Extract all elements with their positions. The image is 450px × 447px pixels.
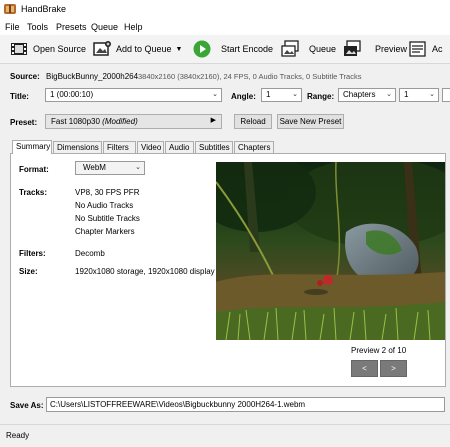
chevron-down-icon: ⌄ — [429, 91, 435, 98]
range-start-select[interactable]: 1 ⌄ — [399, 88, 439, 102]
window-title: HandBrake — [21, 4, 67, 14]
format-label: Format: — [19, 165, 49, 174]
preset-label: Preset: — [10, 118, 38, 127]
chevron-down-icon: ⌄ — [292, 91, 298, 98]
preview-icon — [344, 40, 361, 56]
menu-queue[interactable]: Queue — [91, 22, 118, 32]
menu-help[interactable]: Help — [124, 22, 143, 32]
format-select[interactable]: WebM ⌄ — [75, 161, 145, 175]
preset-selector[interactable]: Fast 1080p30 (Modified) ▶ — [45, 114, 222, 129]
chevron-down-icon: ⌄ — [135, 164, 141, 171]
source-info: 3840x2160 (3840x2160), 24 FPS, 0 Audio T… — [138, 72, 362, 81]
preview-image — [216, 162, 445, 340]
tracks-label: Tracks: — [19, 188, 48, 197]
play-icon — [193, 40, 211, 58]
handbrake-logo-icon — [4, 4, 16, 14]
queue-icon — [281, 40, 299, 57]
tab-dimensions[interactable]: Dimensions — [53, 141, 102, 153]
start-encode-button[interactable]: Start Encode — [193, 39, 273, 59]
open-source-button[interactable]: Open Source — [10, 39, 86, 59]
filters-label: Filters: — [19, 249, 46, 258]
chevron-right-icon: ▶ — [210, 117, 216, 124]
title-bar: HandBrake — [0, 0, 450, 19]
tab-filters[interactable]: Filters — [103, 141, 136, 153]
save-as-path-field[interactable]: C:\Users\LISTOFFREEWARE\Videos\Bigbuckbu… — [46, 397, 445, 412]
size-label: Size: — [19, 267, 38, 276]
film-icon — [11, 43, 27, 55]
chevron-down-icon[interactable]: ▼ — [176, 46, 183, 53]
tab-subtitles[interactable]: Subtitles — [195, 141, 233, 153]
track-audio: No Audio Tracks — [75, 201, 134, 210]
chevron-down-icon: ⌄ — [386, 91, 392, 98]
status-bar: Ready — [0, 424, 450, 447]
toolbar: Open Source Add to Queue ▼ Start Encode … — [0, 35, 450, 64]
title-select[interactable]: 1 (00:00:10) ⌄ — [45, 88, 222, 102]
activity-log-button[interactable]: Ac — [409, 39, 443, 59]
range-label: Range: — [307, 92, 335, 101]
activity-icon — [409, 41, 426, 57]
track-video: VP8, 30 FPS PFR — [75, 188, 140, 197]
range-type-select[interactable]: Chapters ⌄ — [338, 88, 396, 102]
angle-select[interactable]: 1 ⌄ — [261, 88, 302, 102]
track-subtitles: No Subtitle Tracks — [75, 214, 140, 223]
save-as-label: Save As: — [10, 401, 44, 410]
menu-tools[interactable]: Tools — [27, 22, 48, 32]
track-chapters: Chapter Markers — [75, 227, 135, 236]
source-name: BigBuckBunny_2000h264 — [46, 72, 139, 81]
chevron-down-icon: ⌄ — [212, 91, 218, 98]
source-label: Source: — [10, 72, 40, 81]
tab-video[interactable]: Video — [137, 141, 164, 153]
reload-button[interactable]: Reload — [234, 114, 272, 129]
tab-chapters[interactable]: Chapters — [234, 141, 274, 153]
menu-presets[interactable]: Presets — [56, 22, 87, 32]
menu-file[interactable]: File — [5, 22, 20, 32]
range-end-select[interactable] — [442, 88, 450, 102]
size-value: 1920x1080 storage, 1920x1080 display — [75, 267, 215, 276]
menu-bar: File Tools Presets Queue Help — [0, 19, 450, 35]
queue-button[interactable]: Queue — [281, 39, 336, 59]
tab-audio[interactable]: Audio — [165, 141, 194, 153]
save-new-preset-button[interactable]: Save New Preset — [277, 114, 344, 129]
title-label: Title: — [10, 92, 29, 101]
add-to-queue-icon — [93, 41, 111, 56]
preview-prev-button[interactable]: < — [351, 360, 378, 377]
preview-caption: Preview 2 of 10 — [351, 346, 407, 355]
add-to-queue-button[interactable]: Add to Queue ▼ — [93, 39, 182, 59]
status-text: Ready — [6, 431, 30, 440]
preview-button[interactable]: Preview — [343, 39, 407, 59]
angle-label: Angle: — [231, 92, 256, 101]
filters-value: Decomb — [75, 249, 105, 258]
preview-next-button[interactable]: > — [380, 360, 407, 377]
tab-summary[interactable]: Summary — [12, 140, 52, 154]
